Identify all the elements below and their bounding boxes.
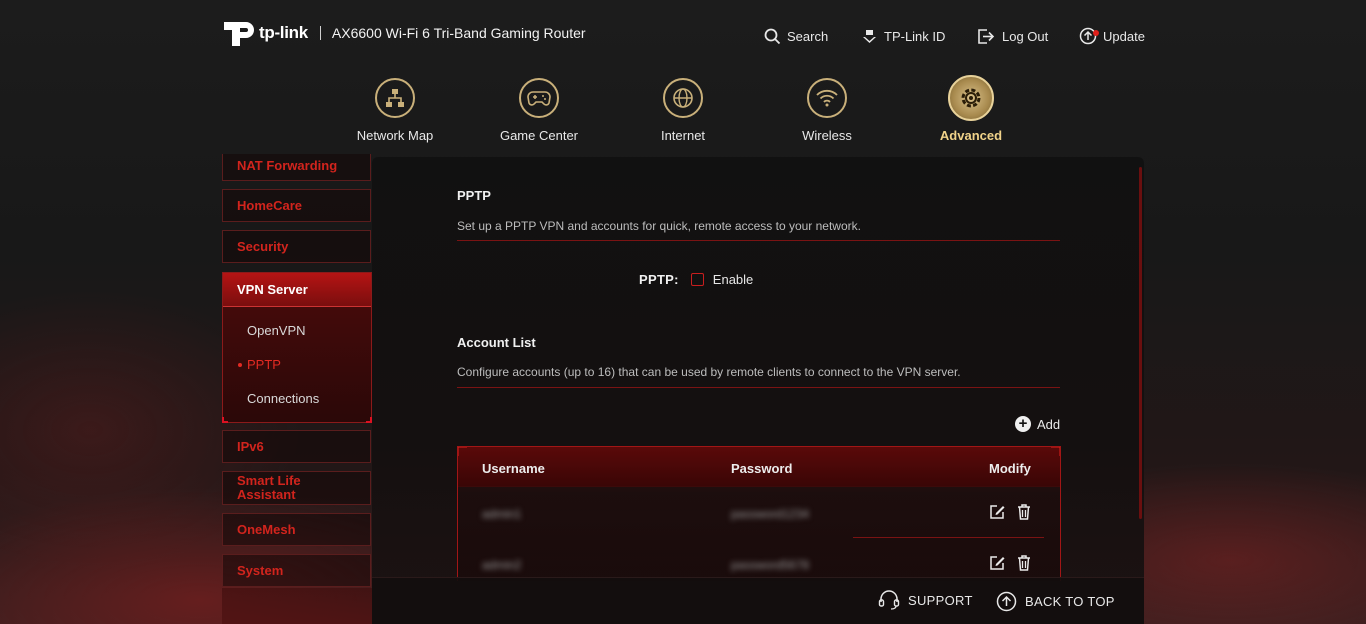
column-header-password: Password [731,461,793,476]
network-map-icon [386,89,404,107]
brand-logo[interactable]: tp-link AX6600 Wi-Fi 6 Tri-Band Gaming R… [222,16,586,50]
row-username: admin2 [482,558,522,572]
globe-icon [673,88,693,108]
sidebar-item-system[interactable]: System [222,554,371,587]
row-divider [853,537,1044,538]
sidebar-subitem-pptp[interactable]: PPTP [223,347,371,381]
sidebar-item-label: HomeCare [237,198,303,213]
update-link[interactable]: Update [1079,24,1145,48]
nav-advanced[interactable]: Advanced [911,75,1031,143]
nav-network-map-label: Network Map [356,128,434,143]
sidebar-item-label: OneMesh [237,522,296,537]
tplink-logo-icon [224,22,254,46]
sidebar-item-label-line2: Assistant [237,487,296,502]
sidebar-item-label: System [237,563,284,578]
support-label: SUPPORT [908,592,973,608]
row-password: password1234 [731,507,810,521]
sidebar-item-nat-forwarding[interactable]: NAT Forwarding [222,154,371,181]
sidebar-subitem-connections[interactable]: Connections [223,381,371,415]
column-header-modify: Modify [989,461,1031,476]
delete-icon[interactable] [1015,554,1033,572]
corner-decoration [366,417,372,423]
sidebar-item-smart-life-assistant[interactable]: Smart Life Assistant [222,471,371,505]
pptp-enable-label[interactable]: Enable [713,272,753,287]
logout-link[interactable]: Log Out [977,24,1048,48]
nav-wireless[interactable]: Wireless [767,78,887,143]
content-scrollbar[interactable] [1139,167,1142,519]
row-username: admin1 [482,507,522,521]
sidebar-item-ipv6[interactable]: IPv6 [222,430,371,463]
tplink-id-link[interactable]: TP-Link ID [861,24,945,48]
nav-game-center-label: Game Center [499,128,579,143]
nav-network-map[interactable]: Network Map [335,78,455,143]
nav-wireless-label: Wireless [802,128,852,143]
gear-icon [961,88,981,108]
edit-icon[interactable] [988,554,1006,572]
pptp-enable-row: PPTP: Enable [639,270,753,288]
arrow-up-circle-icon [996,591,1017,612]
gamepad-icon [527,91,551,106]
add-label: Add [1037,416,1061,432]
update-label: Update [1103,28,1145,44]
search-link[interactable]: Search [764,24,828,48]
nav-internet-label: Internet [660,128,706,143]
sidebar-item-onemesh[interactable]: OneMesh [222,513,371,546]
pptp-section-title: PPTP [457,188,491,203]
logout-label: Log Out [1002,28,1049,44]
brand-name: tp-link [259,23,308,42]
wifi-icon [816,89,838,107]
corner-decoration [222,417,228,423]
sidebar-subitem-label: OpenVPN [247,322,306,338]
sidebar-item-label: NAT Forwarding [237,158,338,173]
table-row: admin1 password1234 [458,487,1060,538]
tplink-id-label: TP-Link ID [884,28,946,44]
section-divider [457,387,1060,388]
account-list-description: Configure accounts (up to 16) that can b… [457,365,961,379]
section-divider [457,240,1060,241]
nav-internet[interactable]: Internet [623,78,743,143]
headset-icon [878,590,900,610]
add-icon: + [1015,416,1031,432]
sidebar-bottom-fill [222,588,372,624]
sidebar-item-homecare[interactable]: HomeCare [222,189,371,222]
tplink-id-icon [863,29,876,43]
support-link[interactable]: SUPPORT [878,590,973,610]
search-label: Search [787,28,829,44]
add-account-button[interactable]: + Add [1015,416,1060,432]
sidebar-item-label: Smart Life Assistant [237,474,301,502]
sidebar-item-label: IPv6 [237,439,264,454]
row-password: password5678 [731,558,810,572]
sidebar-item-label-line1: Smart Life [237,473,301,488]
back-to-top-link[interactable]: BACK TO TOP [996,591,1115,612]
pptp-field-label: PPTP: [639,271,679,287]
nav-game-center[interactable]: Game Center [479,78,599,143]
corner-decoration [458,447,467,456]
table-row: admin2 password5678 [458,539,1060,581]
sidebar-group-vpn-server: VPN Server OpenVPN PPTP Connections [222,272,372,423]
column-header-username: Username [482,461,545,476]
sidebar-item-security[interactable]: Security [222,230,371,263]
search-icon [764,28,781,44]
delete-icon[interactable] [1015,503,1033,521]
back-to-top-label: BACK TO TOP [1025,594,1115,609]
pptp-enable-checkbox[interactable] [690,272,704,286]
router-model: AX6600 Wi-Fi 6 Tri-Band Gaming Router [331,25,586,41]
header-separator [319,26,321,40]
logout-icon [978,28,995,44]
update-notification-dot [1093,30,1099,36]
sidebar-item-vpn-server[interactable]: VPN Server [223,273,371,307]
pptp-section-description: Set up a PPTP VPN and accounts for quick… [457,219,861,233]
account-table-header: Username Password Modify [458,447,1060,487]
sidebar-item-label: Security [237,239,289,254]
nav-advanced-label: Advanced [939,128,1003,143]
account-table: Username Password Modify admin1 password… [457,446,1061,581]
account-list-title: Account List [457,335,536,350]
sidebar-item-label: VPN Server [237,282,308,297]
corner-decoration [1051,447,1060,456]
sidebar-subitem-label: Connections [247,390,320,406]
sidebar-subitem-openvpn[interactable]: OpenVPN [223,313,371,347]
edit-icon[interactable] [988,503,1006,521]
sidebar-subitem-label: PPTP [247,356,281,372]
